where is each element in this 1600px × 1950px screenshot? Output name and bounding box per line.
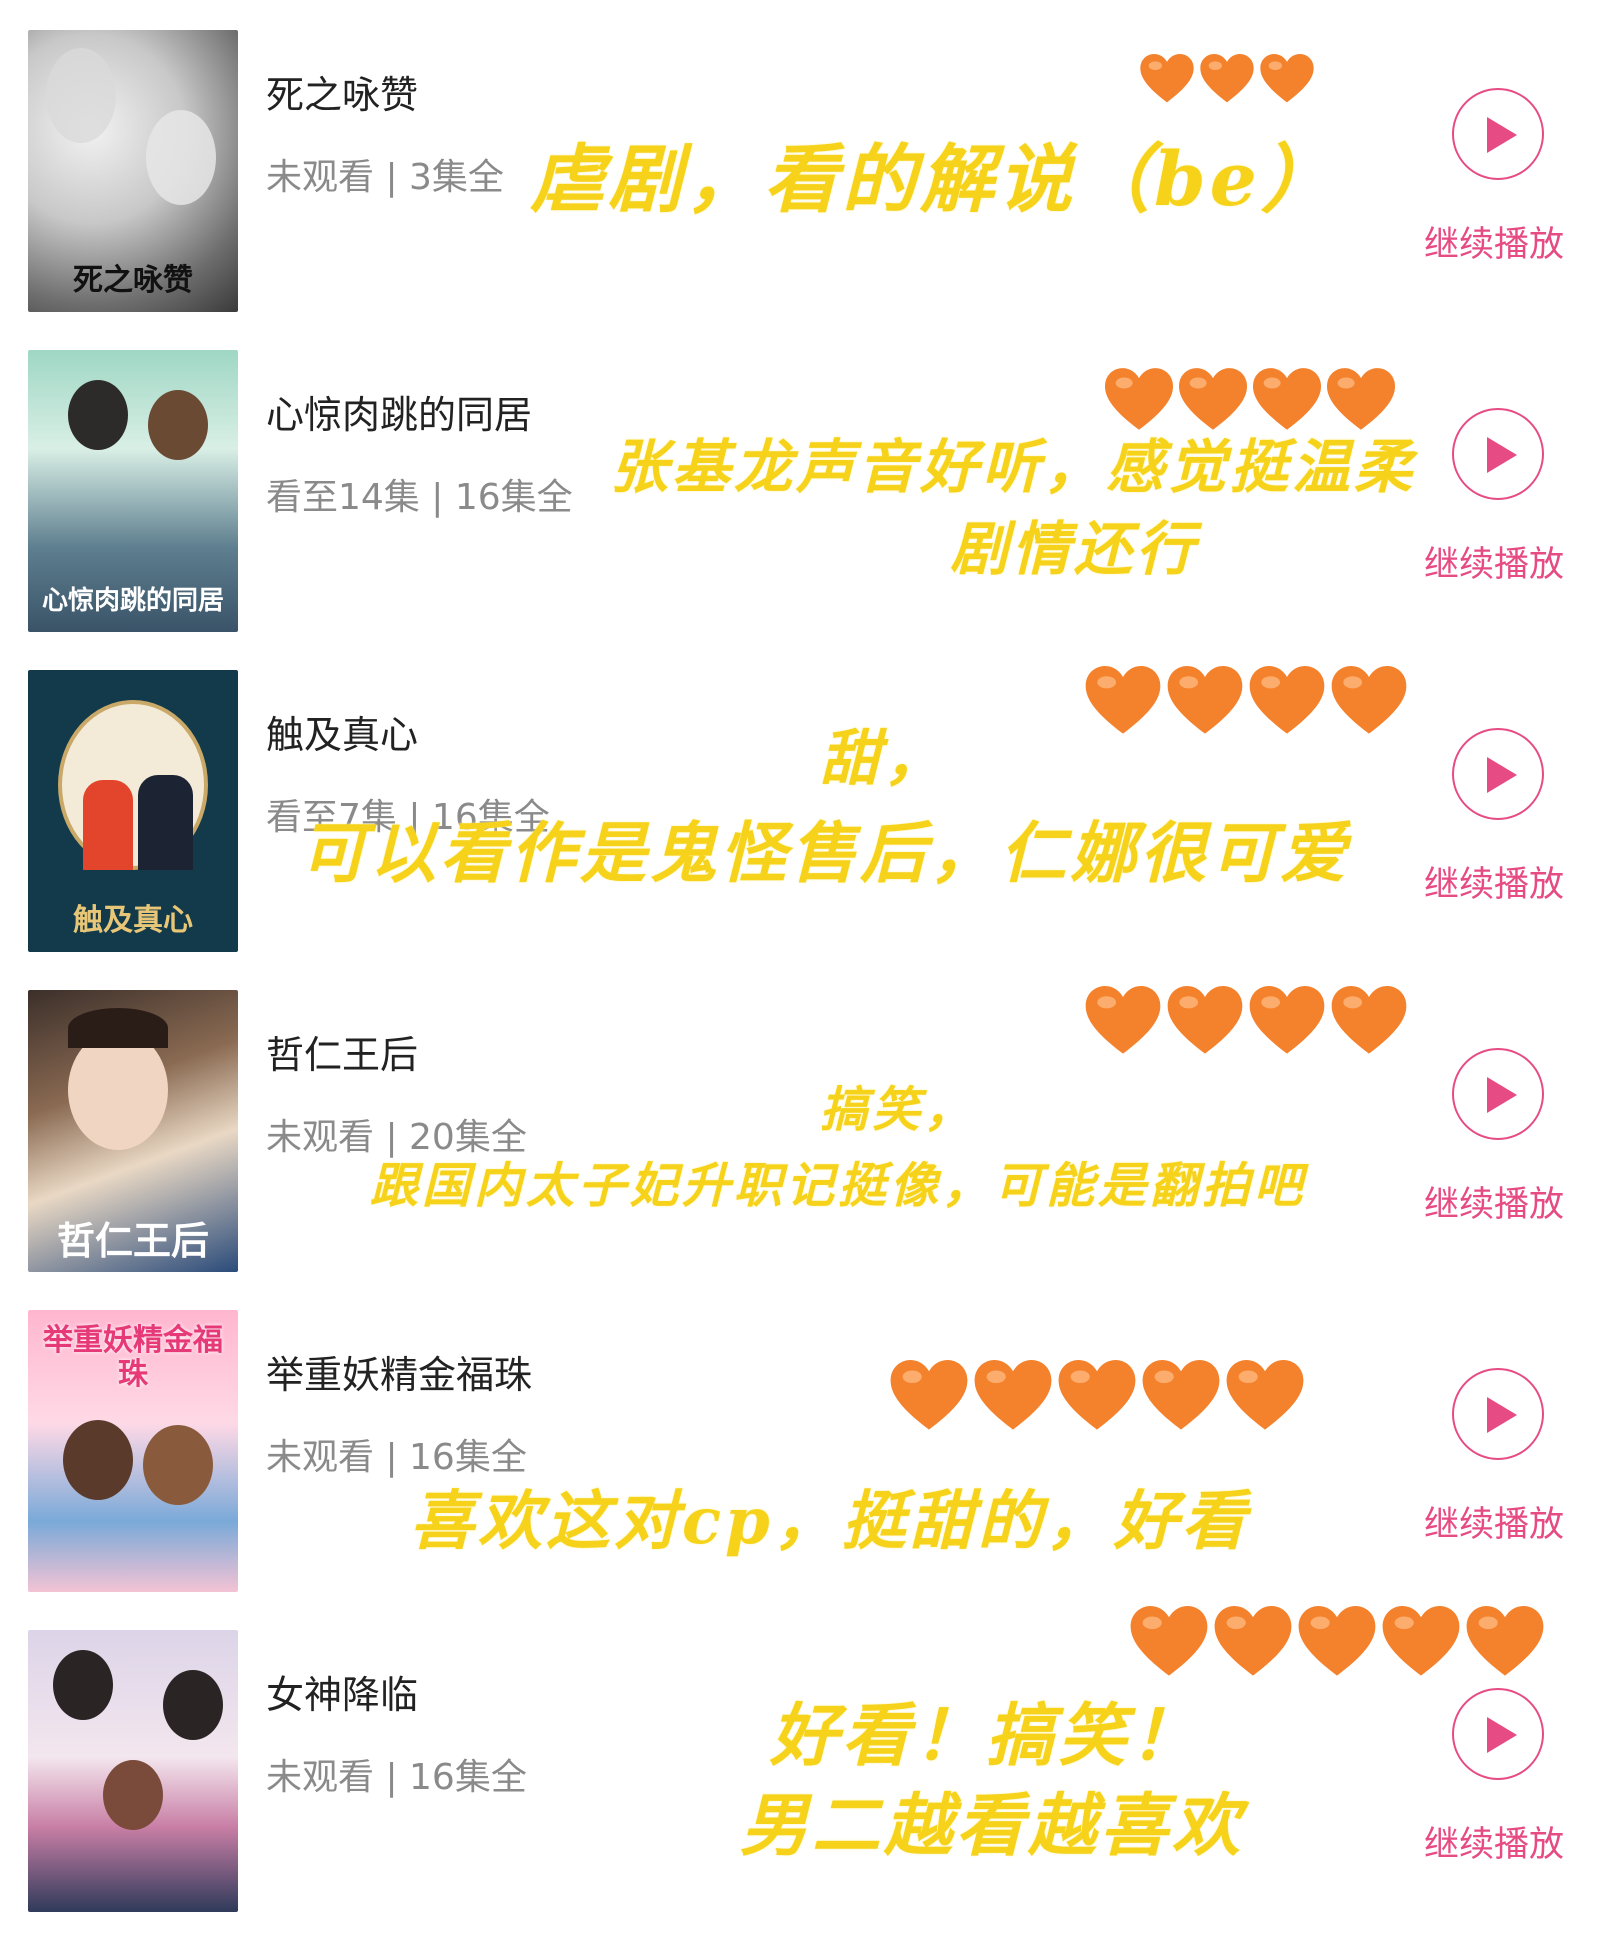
poster-image[interactable]: 死之咏赞 xyxy=(28,30,238,312)
continue-play-link[interactable]: 继续播放 xyxy=(1424,1816,1564,1867)
handwritten-note: 甜， xyxy=(820,724,948,794)
play-icon xyxy=(1487,437,1517,473)
poster-image[interactable]: 举重妖精金福珠 xyxy=(28,1310,238,1592)
poster-title: 死之咏赞 xyxy=(73,263,193,298)
play-icon xyxy=(1487,1397,1517,1433)
heart-icon xyxy=(1331,986,1407,1054)
continue-play-link[interactable]: 继续播放 xyxy=(1424,856,1564,907)
drama-title: 哲仁王后 xyxy=(266,1033,419,1077)
play-button[interactable] xyxy=(1452,408,1544,500)
heart-icon xyxy=(1214,1606,1292,1676)
handwritten-note: 虐剧，看的解说（be） xyxy=(530,137,1339,223)
heart-icon xyxy=(1167,986,1243,1054)
rating-hearts xyxy=(1130,1606,1550,1678)
play-button[interactable] xyxy=(1452,1368,1544,1460)
play-button[interactable] xyxy=(1452,728,1544,820)
drama-title: 举重妖精金福珠 xyxy=(266,1353,533,1397)
rating-hearts xyxy=(1085,666,1413,736)
list-item[interactable]: 死之咏赞 死之咏赞 未观看 | 3集全 继续播放 虐剧，看的解说（be） xyxy=(0,30,1600,350)
heart-icon xyxy=(1466,1606,1544,1676)
watch-progress: 未观看 | 16集全 xyxy=(266,1757,527,1798)
drama-title: 死之咏赞 xyxy=(266,73,419,117)
heart-icon xyxy=(1260,54,1314,103)
heart-icon xyxy=(1085,666,1161,734)
rating-hearts xyxy=(890,1360,1310,1432)
heart-icon xyxy=(974,1360,1052,1430)
heart-icon xyxy=(1140,54,1194,103)
heart-icon xyxy=(1142,1360,1220,1430)
handwritten-note: 跟国内太子妃升职记挺像，可能是翻拍吧 xyxy=(370,1158,1307,1214)
poster-image[interactable]: 触及真心 xyxy=(28,670,238,952)
drama-title: 女神降临 xyxy=(266,1673,419,1717)
drama-watch-list: 死之咏赞 死之咏赞 未观看 | 3集全 继续播放 虐剧，看的解说（be） 心惊肉… xyxy=(0,0,1600,1912)
play-icon xyxy=(1487,1717,1517,1753)
heart-icon xyxy=(1249,986,1325,1054)
handwritten-note: 喜欢这对cp，挺甜的，好看 xyxy=(410,1484,1250,1559)
poster-title: 触及真心 xyxy=(73,903,193,938)
rating-hearts xyxy=(1085,986,1413,1056)
heart-icon xyxy=(1298,1606,1376,1676)
watch-progress: 未观看 | 3集全 xyxy=(266,157,504,198)
drama-title: 心惊肉跳的同居 xyxy=(266,393,533,437)
heart-icon xyxy=(1167,666,1243,734)
play-button[interactable] xyxy=(1452,1048,1544,1140)
poster-title: 哲仁王后 xyxy=(56,1218,209,1263)
continue-play-link[interactable]: 继续播放 xyxy=(1424,216,1564,267)
list-item[interactable]: 举重妖精金福珠 举重妖精金福珠 未观看 | 16集全 继续播放 喜欢这对cp，挺… xyxy=(0,1310,1600,1630)
heart-icon xyxy=(1331,666,1407,734)
heart-icon xyxy=(1200,54,1254,103)
play-button[interactable] xyxy=(1452,88,1544,180)
heart-icon xyxy=(1382,1606,1460,1676)
heart-icon xyxy=(1130,1606,1208,1676)
poster-title: 举重妖精金福珠 xyxy=(43,1323,223,1392)
list-item[interactable]: 女神降临 未观看 | 16集全 继续播放 好看！搞笑！ 男二越看越喜欢 xyxy=(0,1606,1600,1950)
continue-play-link[interactable]: 继续播放 xyxy=(1424,536,1564,587)
heart-icon xyxy=(1085,986,1161,1054)
poster-title: 心惊肉跳的同居 xyxy=(41,586,224,616)
list-item[interactable]: 哲仁王后 哲仁王后 未观看 | 20集全 继续播放 搞笑， 跟国内太子妃升职记挺… xyxy=(0,986,1600,1310)
handwritten-note: 剧情还行 xyxy=(950,515,1199,583)
rating-hearts xyxy=(1140,54,1320,104)
handwritten-note: 好看！搞笑！ xyxy=(770,1696,1203,1776)
list-item[interactable]: 心惊肉跳的同居 心惊肉跳的同居 看至14集 | 16集全 继续播放 张基龙声音好… xyxy=(0,350,1600,670)
handwritten-note: 可以看作是鬼怪售后，仁娜很可爱 xyxy=(300,814,1350,892)
poster-image[interactable] xyxy=(28,1630,238,1912)
play-icon xyxy=(1487,757,1517,793)
heart-icon xyxy=(1226,1360,1304,1430)
heart-icon xyxy=(1058,1360,1136,1430)
list-item[interactable]: 触及真心 触及真心 看至7集 | 16集全 继续播放 甜， 可以看作是鬼怪售后，… xyxy=(0,666,1600,990)
play-icon xyxy=(1487,1077,1517,1113)
poster-image[interactable]: 哲仁王后 xyxy=(28,990,238,1272)
handwritten-note: 男二越看越喜欢 xyxy=(740,1786,1245,1866)
handwritten-note: 张基龙声音好听，感觉挺温柔 xyxy=(610,433,1417,501)
watch-progress: 看至14集 | 16集全 xyxy=(266,477,573,518)
continue-play-link[interactable]: 继续播放 xyxy=(1424,1176,1564,1227)
poster-image[interactable]: 心惊肉跳的同居 xyxy=(28,350,238,632)
handwritten-note: 搞笑， xyxy=(820,1082,977,1138)
play-button[interactable] xyxy=(1452,1688,1544,1780)
heart-icon xyxy=(1249,666,1325,734)
heart-icon xyxy=(890,1360,968,1430)
play-icon xyxy=(1487,117,1517,153)
drama-title: 触及真心 xyxy=(266,713,419,757)
continue-play-link[interactable]: 继续播放 xyxy=(1424,1496,1564,1547)
